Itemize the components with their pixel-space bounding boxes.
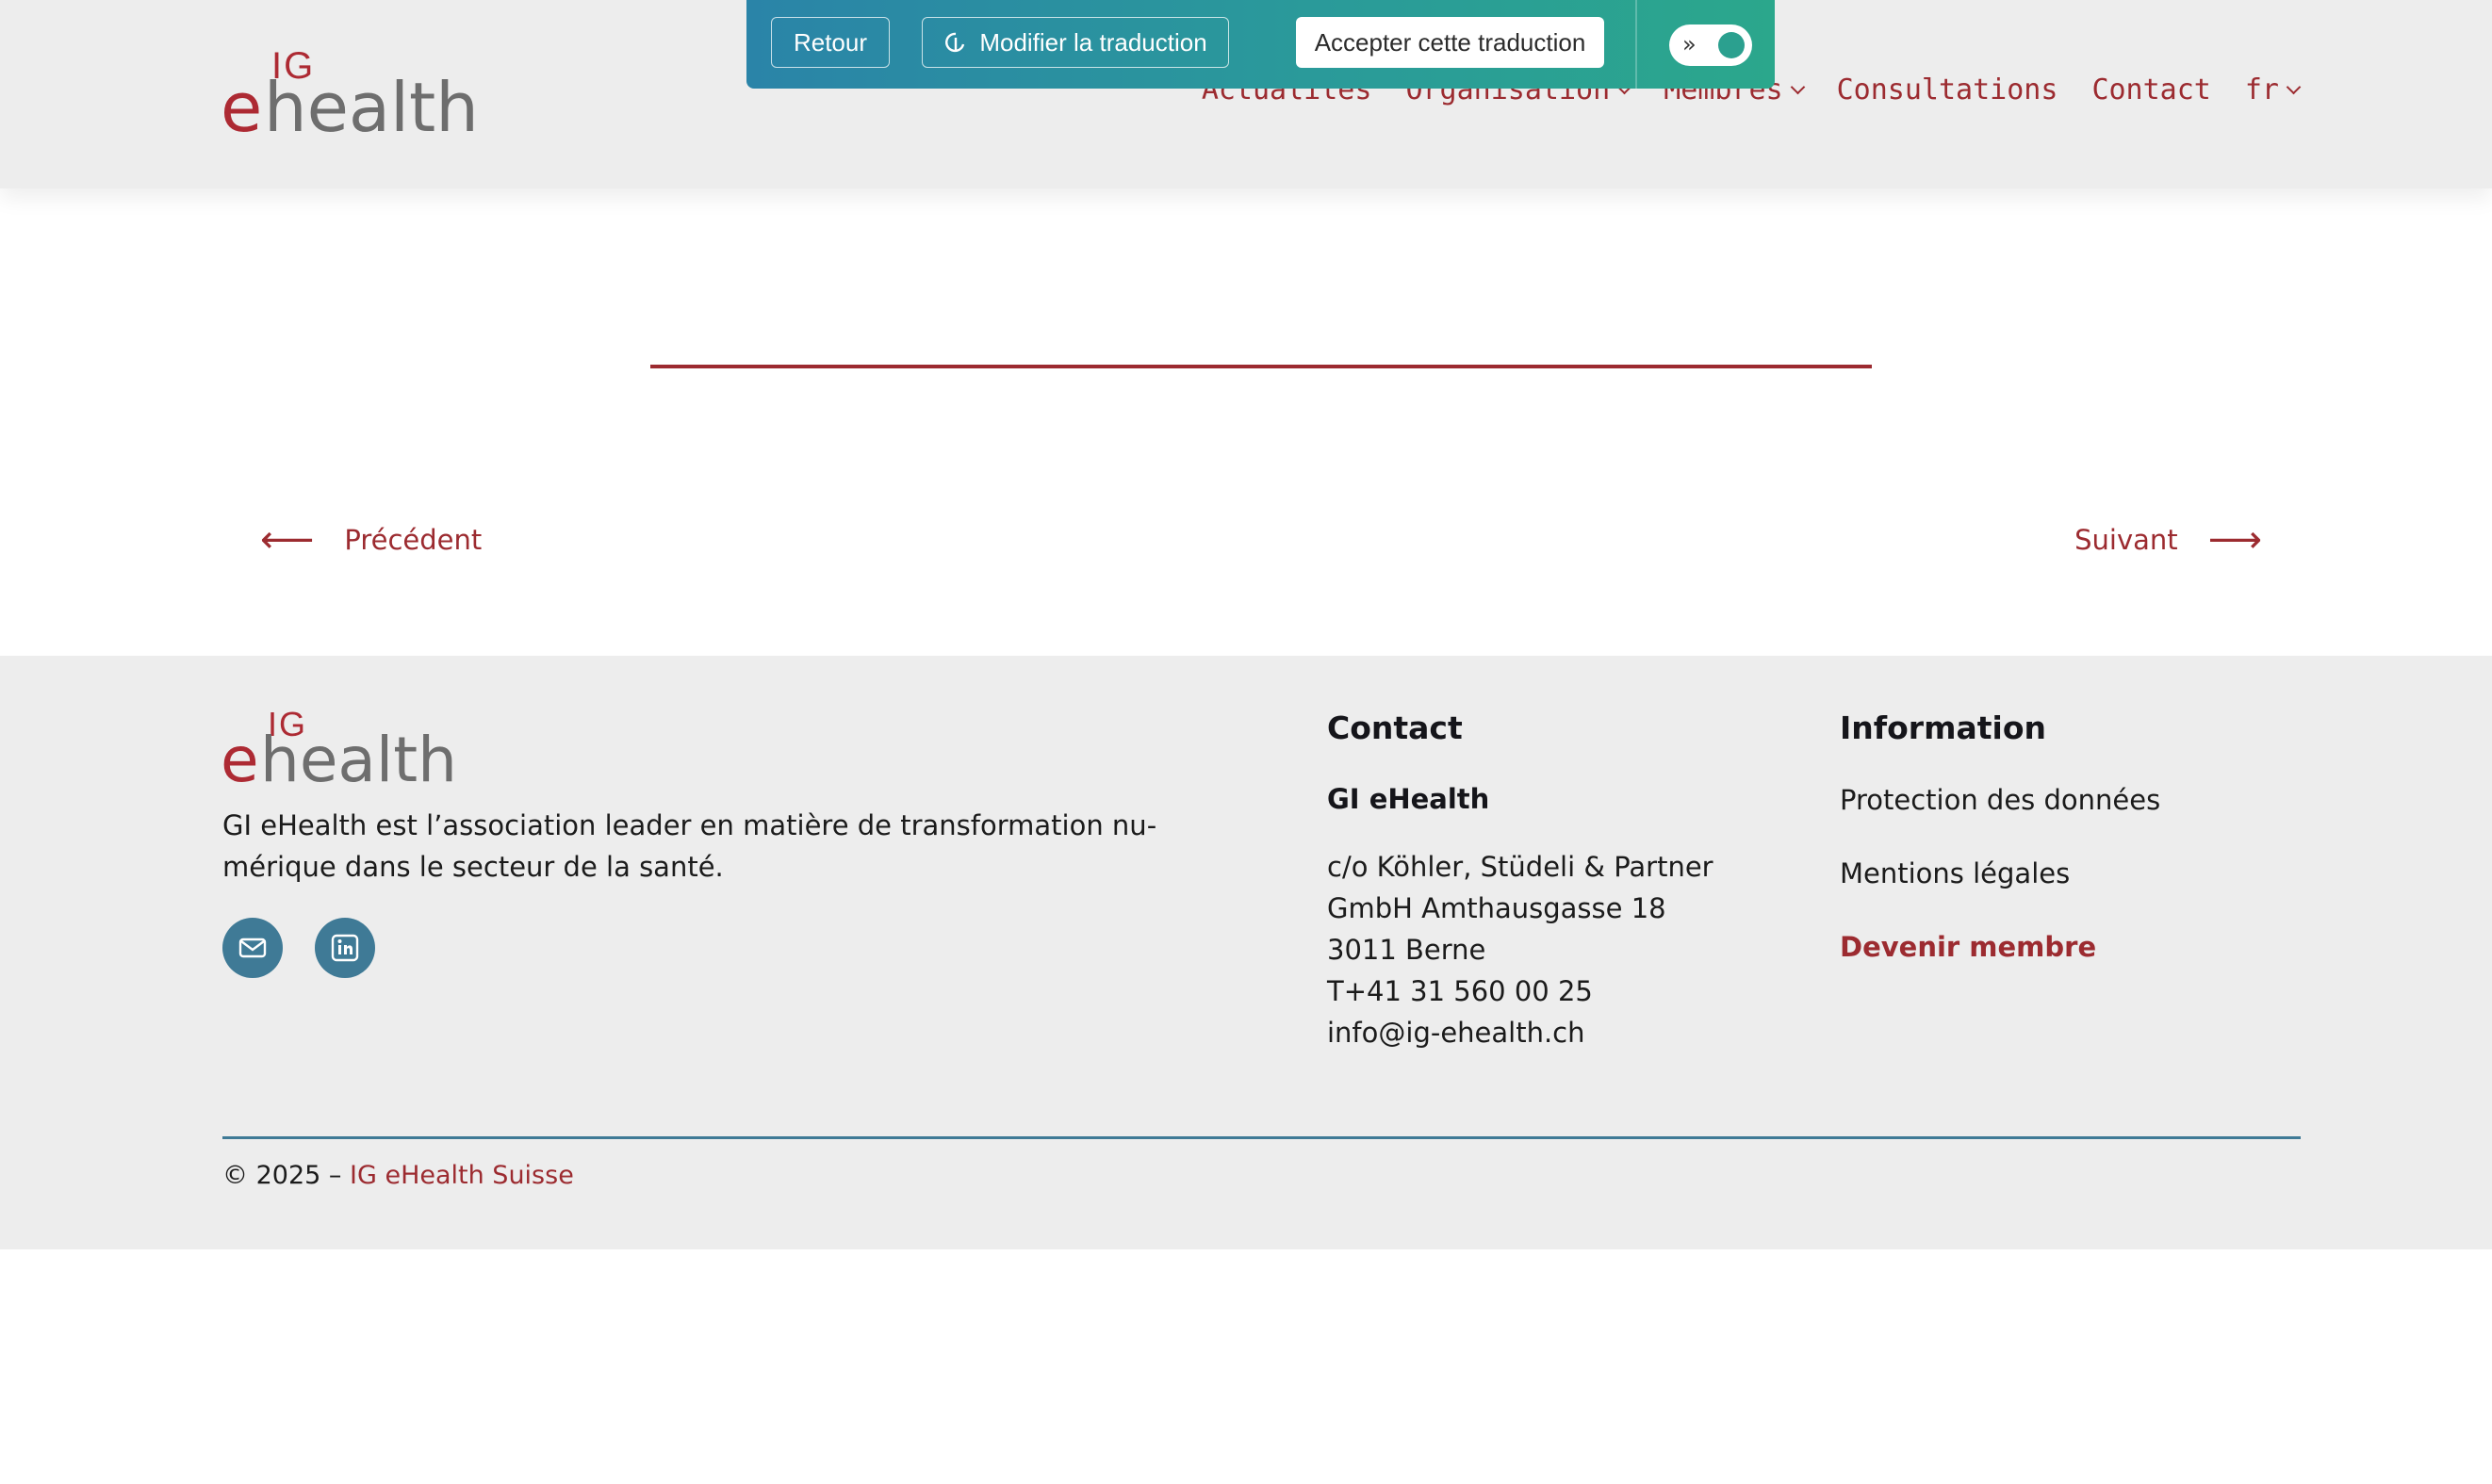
logo-health-text: health	[260, 724, 457, 796]
back-button[interactable]: Retour	[771, 17, 890, 68]
back-button-label: Retour	[793, 27, 868, 57]
edit-translation-label: Modifier la traduction	[979, 27, 1207, 57]
information-title: Information	[1840, 709, 2046, 746]
edit-translation-button[interactable]: Modifier la traduction	[922, 17, 1229, 68]
chevron-down-icon	[2286, 79, 2302, 95]
toggle-knob	[1718, 32, 1745, 58]
previous-link[interactable]: ⟵ Précédent	[260, 518, 482, 562]
address-line: 3011 Berne	[1327, 934, 1486, 966]
linkedin-icon	[331, 934, 359, 962]
nav-label: Consultations	[1836, 73, 2058, 106]
contact-org: GI eHealth	[1327, 783, 1490, 815]
content-divider	[650, 365, 1872, 368]
arrow-left-icon: ⟵	[260, 518, 315, 562]
mail-icon	[238, 938, 267, 958]
footer-description: GI eHealth est l’association leader en m…	[222, 805, 1193, 888]
contact-address: c/o Köhler, Stüdeli & Partner GmbH Amtha…	[1327, 846, 1713, 1053]
legal-notice-link[interactable]: Mentions légales	[1840, 857, 2070, 889]
nav-item-consultations[interactable]: Consultations	[1837, 73, 2058, 106]
contact-title: Contact	[1327, 709, 1463, 746]
email-link[interactable]: info@ig-ehealth.ch	[1327, 1012, 1713, 1053]
copyright-text: © 2025 –	[222, 1161, 342, 1190]
accept-translation-button[interactable]: Accepter cette traduction	[1296, 17, 1604, 68]
language-label: fr	[2244, 73, 2279, 106]
phone-link[interactable]: T+41 31 560 00 25	[1327, 970, 1713, 1012]
next-link[interactable]: Suivant ⟶	[2074, 518, 2262, 562]
footer-logo[interactable]: IG e health	[221, 705, 494, 796]
arrow-right-icon: ⟶	[2207, 518, 2262, 562]
linkedin-button[interactable]	[315, 918, 375, 978]
logo-health-text: health	[264, 68, 479, 147]
copyright-link[interactable]: IG eHealth Suisse	[350, 1161, 574, 1190]
chevron-down-icon	[1790, 79, 1805, 95]
translation-toolbar: Retour Modifier la traduction Accepter c…	[746, 0, 1775, 89]
language-switcher[interactable]: fr	[2244, 73, 2302, 106]
translate-icon: »	[1682, 31, 1697, 57]
become-member-link[interactable]: Devenir membre	[1840, 931, 2096, 963]
nav-item-contact[interactable]: Contact	[2091, 73, 2210, 106]
accept-translation-label: Accepter cette traduction	[1314, 27, 1586, 57]
address-line: c/o Köhler, Stüdeli & Partner	[1327, 851, 1713, 883]
address-line: GmbH Amthausgasse 18	[1327, 892, 1666, 924]
mail-button[interactable]	[222, 918, 283, 978]
footer-divider	[222, 1136, 2301, 1139]
next-label: Suivant	[2074, 524, 2178, 556]
edit-translation-icon	[945, 32, 965, 53]
logo-e-text: e	[221, 724, 259, 796]
previous-label: Précédent	[344, 524, 483, 556]
toolbar-separator	[1635, 0, 1637, 89]
site-logo[interactable]: IG e health	[221, 45, 522, 147]
nav-label: Contact	[2091, 73, 2211, 106]
privacy-link[interactable]: Protection des données	[1840, 784, 2160, 816]
translation-toggle[interactable]: »	[1669, 24, 1752, 66]
footer-description-line: GI eHealth est l’association leader en m…	[222, 809, 1157, 841]
copyright: © 2025 – IG eHealth Suisse	[222, 1161, 574, 1190]
site-footer: IG e health GI eHealth est l’association…	[0, 656, 2492, 1249]
footer-description-line: mérique dans le secteur de la santé.	[222, 851, 724, 883]
logo-e-text: e	[221, 68, 263, 147]
